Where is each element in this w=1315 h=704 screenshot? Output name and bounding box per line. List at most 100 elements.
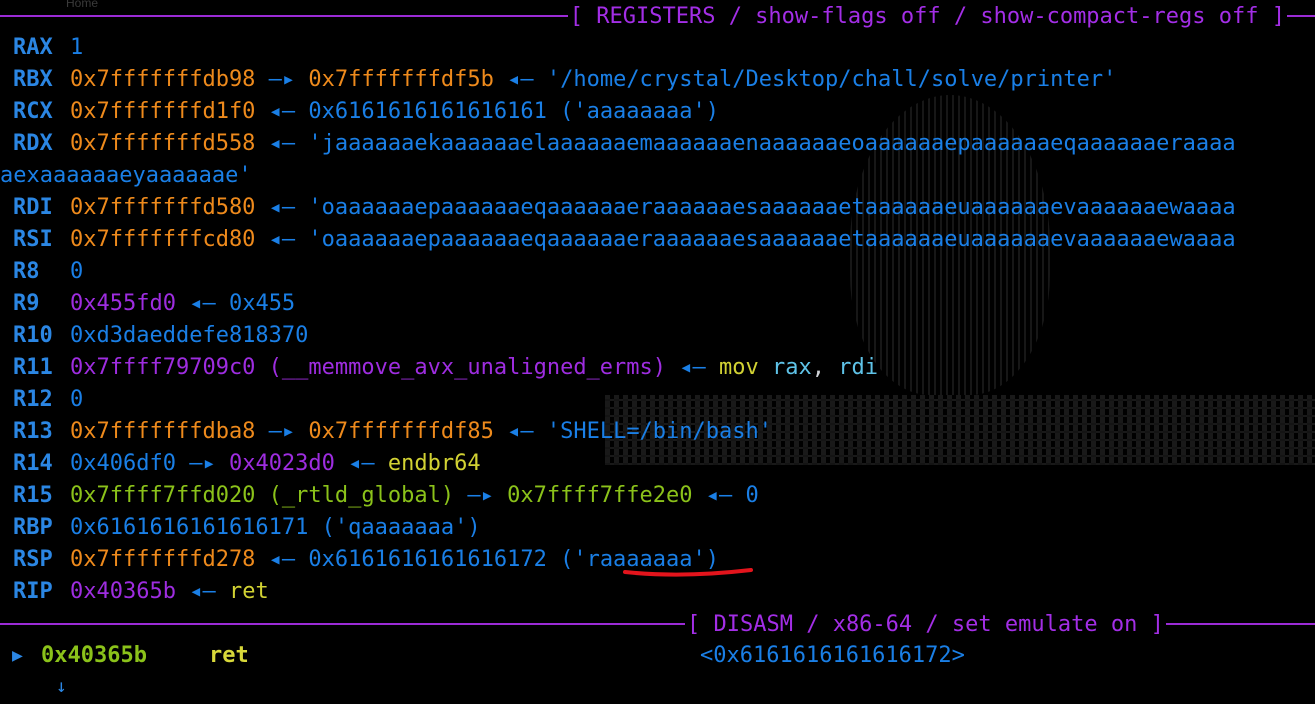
- register-row-rip[interactable]: RIP 0x40365b ◂— ret: [0, 576, 1315, 608]
- register-value-part: 0x7fffffffd580: [70, 195, 256, 220]
- pointer-arrow: —▸: [454, 483, 508, 508]
- pointer-arrow: ◂—: [493, 67, 547, 92]
- register-row-r12[interactable]: R12 0: [0, 384, 1315, 416]
- current-instruction-marker-icon: ▶: [12, 645, 23, 666]
- disasm-current-line[interactable]: ▶ 0x40365b ret <0x6161616161616172>: [0, 640, 1315, 672]
- register-row-rdx[interactable]: RDX 0x7fffffffd558 ◂— 'jaaaaaaekaaaaaaela…: [0, 128, 1315, 160]
- pointer-arrow: ◂—: [493, 419, 547, 444]
- register-value-part: 0x455fd0: [70, 291, 176, 316]
- register-value-part: 0x7fffffffdf5b: [308, 67, 494, 92]
- pointer-arrow: ◂—: [175, 579, 229, 604]
- pointer-arrow: —▸: [175, 451, 229, 476]
- pointer-arrow: ◂—: [255, 547, 309, 572]
- register-value-part: 0: [70, 259, 84, 284]
- register-name: R14: [13, 451, 53, 476]
- return-target: <0x6161616161616172>: [700, 643, 965, 668]
- register-name: RBX: [13, 67, 53, 92]
- register-value-part: aexaaaaaaeyaaaaaae': [0, 163, 252, 188]
- register-name: R10: [13, 323, 53, 348]
- disasm-header-title: [ DISASM / x86-64 / set emulate on ]: [687, 611, 1164, 637]
- register-value-part: 1: [70, 35, 84, 60]
- register-value-part: rax: [772, 355, 812, 380]
- register-value-part: 0: [745, 483, 759, 508]
- pointer-arrow: ◂—: [334, 451, 388, 476]
- pointer-arrow: ◂—: [255, 99, 309, 124]
- pointer-arrow: ◂—: [255, 131, 309, 156]
- register-name: R8: [13, 259, 40, 284]
- register-value-part: 0x7ffff7ffe2e0: [507, 483, 693, 508]
- disasm-header: [ DISASM / x86-64 / set emulate on ]: [0, 608, 1315, 640]
- register-value-part: '/home/crystal/Desktop/chall/solve/print…: [546, 67, 1117, 92]
- register-value-part: 0x7ffff7ffd020 (_rtld_global): [70, 483, 455, 508]
- register-value-part: 'oaaaaaaepaaaaaaeqaaaaaaeraaaaaaesaaaaaa…: [308, 195, 1236, 220]
- register-value-part: 0x7fffffffd558: [70, 131, 256, 156]
- header-rule-left: [0, 15, 568, 17]
- registers-header: [ REGISTERS / show-flags off / show-comp…: [0, 0, 1315, 32]
- header-rule-right: [1287, 15, 1315, 17]
- register-row-rcx[interactable]: RCX 0x7fffffffd1f0 ◂— 0x6161616161616161 …: [0, 96, 1315, 128]
- register-row-r14[interactable]: R14 0x406df0 —▸ 0x4023d0 ◂— endbr64: [0, 448, 1315, 480]
- register-value-part: 0x7fffffffd1f0: [70, 99, 256, 124]
- register-row-r10[interactable]: R10 0xd3daeddefe818370: [0, 320, 1315, 352]
- register-value-part: 0x6161616161616161 ('aaaaaaaa'): [308, 99, 720, 124]
- pointer-arrow: ◂—: [666, 355, 720, 380]
- disasm-rule-right: [1165, 623, 1315, 625]
- pointer-arrow: ◂—: [255, 195, 309, 220]
- registers-panel: RAX 1 RBX 0x7fffffffdb98 —▸ 0x7fffffffdf5b …: [0, 32, 1315, 608]
- register-value-part: 0x6161616161616172 ('raaaaaaa'): [308, 547, 720, 572]
- pointer-arrow: —▸: [255, 67, 309, 92]
- register-name: R15: [13, 483, 53, 508]
- register-name: R13: [13, 419, 53, 444]
- register-name: RSI: [13, 227, 53, 252]
- register-value-part: 0x7fffffffdb98: [70, 67, 256, 92]
- register-name: RAX: [13, 35, 53, 60]
- instruction-mnemonic: ret: [209, 643, 249, 668]
- register-value-part: 0x6161616161616171 ('qaaaaaaa'): [70, 515, 481, 540]
- register-value-part: ,: [811, 355, 839, 380]
- register-row-r13[interactable]: R13 0x7fffffffdba8 —▸ 0x7fffffffdf85 ◂— '…: [0, 416, 1315, 448]
- register-name: RIP: [13, 579, 53, 604]
- register-value-part: 'SHELL=/bin/bash': [546, 419, 773, 444]
- register-name: RDX: [13, 131, 53, 156]
- register-value-part: 0x7fffffffdba8: [70, 419, 256, 444]
- register-name: R11: [13, 355, 53, 380]
- register-row-rsi[interactable]: RSI 0x7fffffffcd80 ◂— 'oaaaaaaepaaaaaaeqa…: [0, 224, 1315, 256]
- register-name: R9: [13, 291, 40, 316]
- register-name: RBP: [13, 515, 53, 540]
- register-name: RDI: [13, 195, 53, 220]
- register-row-rsp[interactable]: RSP 0x7fffffffd278 ◂— 0x6161616161616172 …: [0, 544, 1315, 576]
- register-value-part: ret: [228, 579, 269, 604]
- register-value-part: rdi: [838, 355, 878, 380]
- register-value-part: 0x4023d0: [228, 451, 335, 476]
- register-row-rbx[interactable]: RBX 0x7fffffffdb98 —▸ 0x7fffffffdf5b ◂— '…: [0, 64, 1315, 96]
- register-row-continuation[interactable]: aexaaaaaaeyaaaaaae': [0, 160, 1315, 192]
- register-value-part: 'oaaaaaaepaaaaaaeqaaaaaaeraaaaaaesaaaaaa…: [308, 227, 1236, 252]
- register-value-part: 0xd3daeddefe818370: [70, 323, 309, 348]
- register-name: RCX: [13, 99, 53, 124]
- registers-header-title: [ REGISTERS / show-flags off / show-comp…: [569, 3, 1285, 29]
- pointer-arrow: —▸: [255, 419, 309, 444]
- register-value-part: 0x7fffffffdf85: [308, 419, 494, 444]
- register-row-r9[interactable]: R9 0x455fd0 ◂— 0x455: [0, 288, 1315, 320]
- register-value-part: 'jaaaaaaekaaaaaaelaaaaaaemaaaaaaenaaaaaa…: [308, 131, 1236, 156]
- pointer-arrow: ◂—: [255, 227, 309, 252]
- register-value-part: 0x7fffffffcd80: [70, 227, 256, 252]
- register-value-part: 0x406df0: [70, 451, 176, 476]
- register-name: R12: [13, 387, 53, 412]
- pointer-arrow: ◂—: [175, 291, 229, 316]
- instruction-address: 0x40365b: [41, 643, 147, 668]
- register-row-rdi[interactable]: RDI 0x7fffffffd580 ◂— 'oaaaaaaepaaaaaaeqa…: [0, 192, 1315, 224]
- pointer-arrow: ◂—: [692, 483, 746, 508]
- register-value-part: 0x7fffffffd278: [70, 547, 256, 572]
- register-row-r11[interactable]: R11 0x7ffff79709c0 (__memmove_avx_unalign…: [0, 352, 1315, 384]
- register-row-rax[interactable]: RAX 1: [0, 32, 1315, 64]
- register-value-part: endbr64: [387, 451, 481, 476]
- register-value-part: 0x7ffff79709c0 (__memmove_avx_unaligned_…: [70, 355, 667, 380]
- disasm-rule-left: [0, 623, 685, 625]
- register-row-rbp[interactable]: RBP 0x6161616161616171 ('qaaaaaaa'): [0, 512, 1315, 544]
- register-value-part: mov: [719, 355, 772, 380]
- register-row-r15[interactable]: R15 0x7ffff7ffd020 (_rtld_global) —▸ 0x7f…: [0, 480, 1315, 512]
- register-row-r8[interactable]: R8 0: [0, 256, 1315, 288]
- next-instruction-arrow-icon: ↓: [56, 676, 67, 697]
- register-value-part: 0x455: [228, 291, 296, 316]
